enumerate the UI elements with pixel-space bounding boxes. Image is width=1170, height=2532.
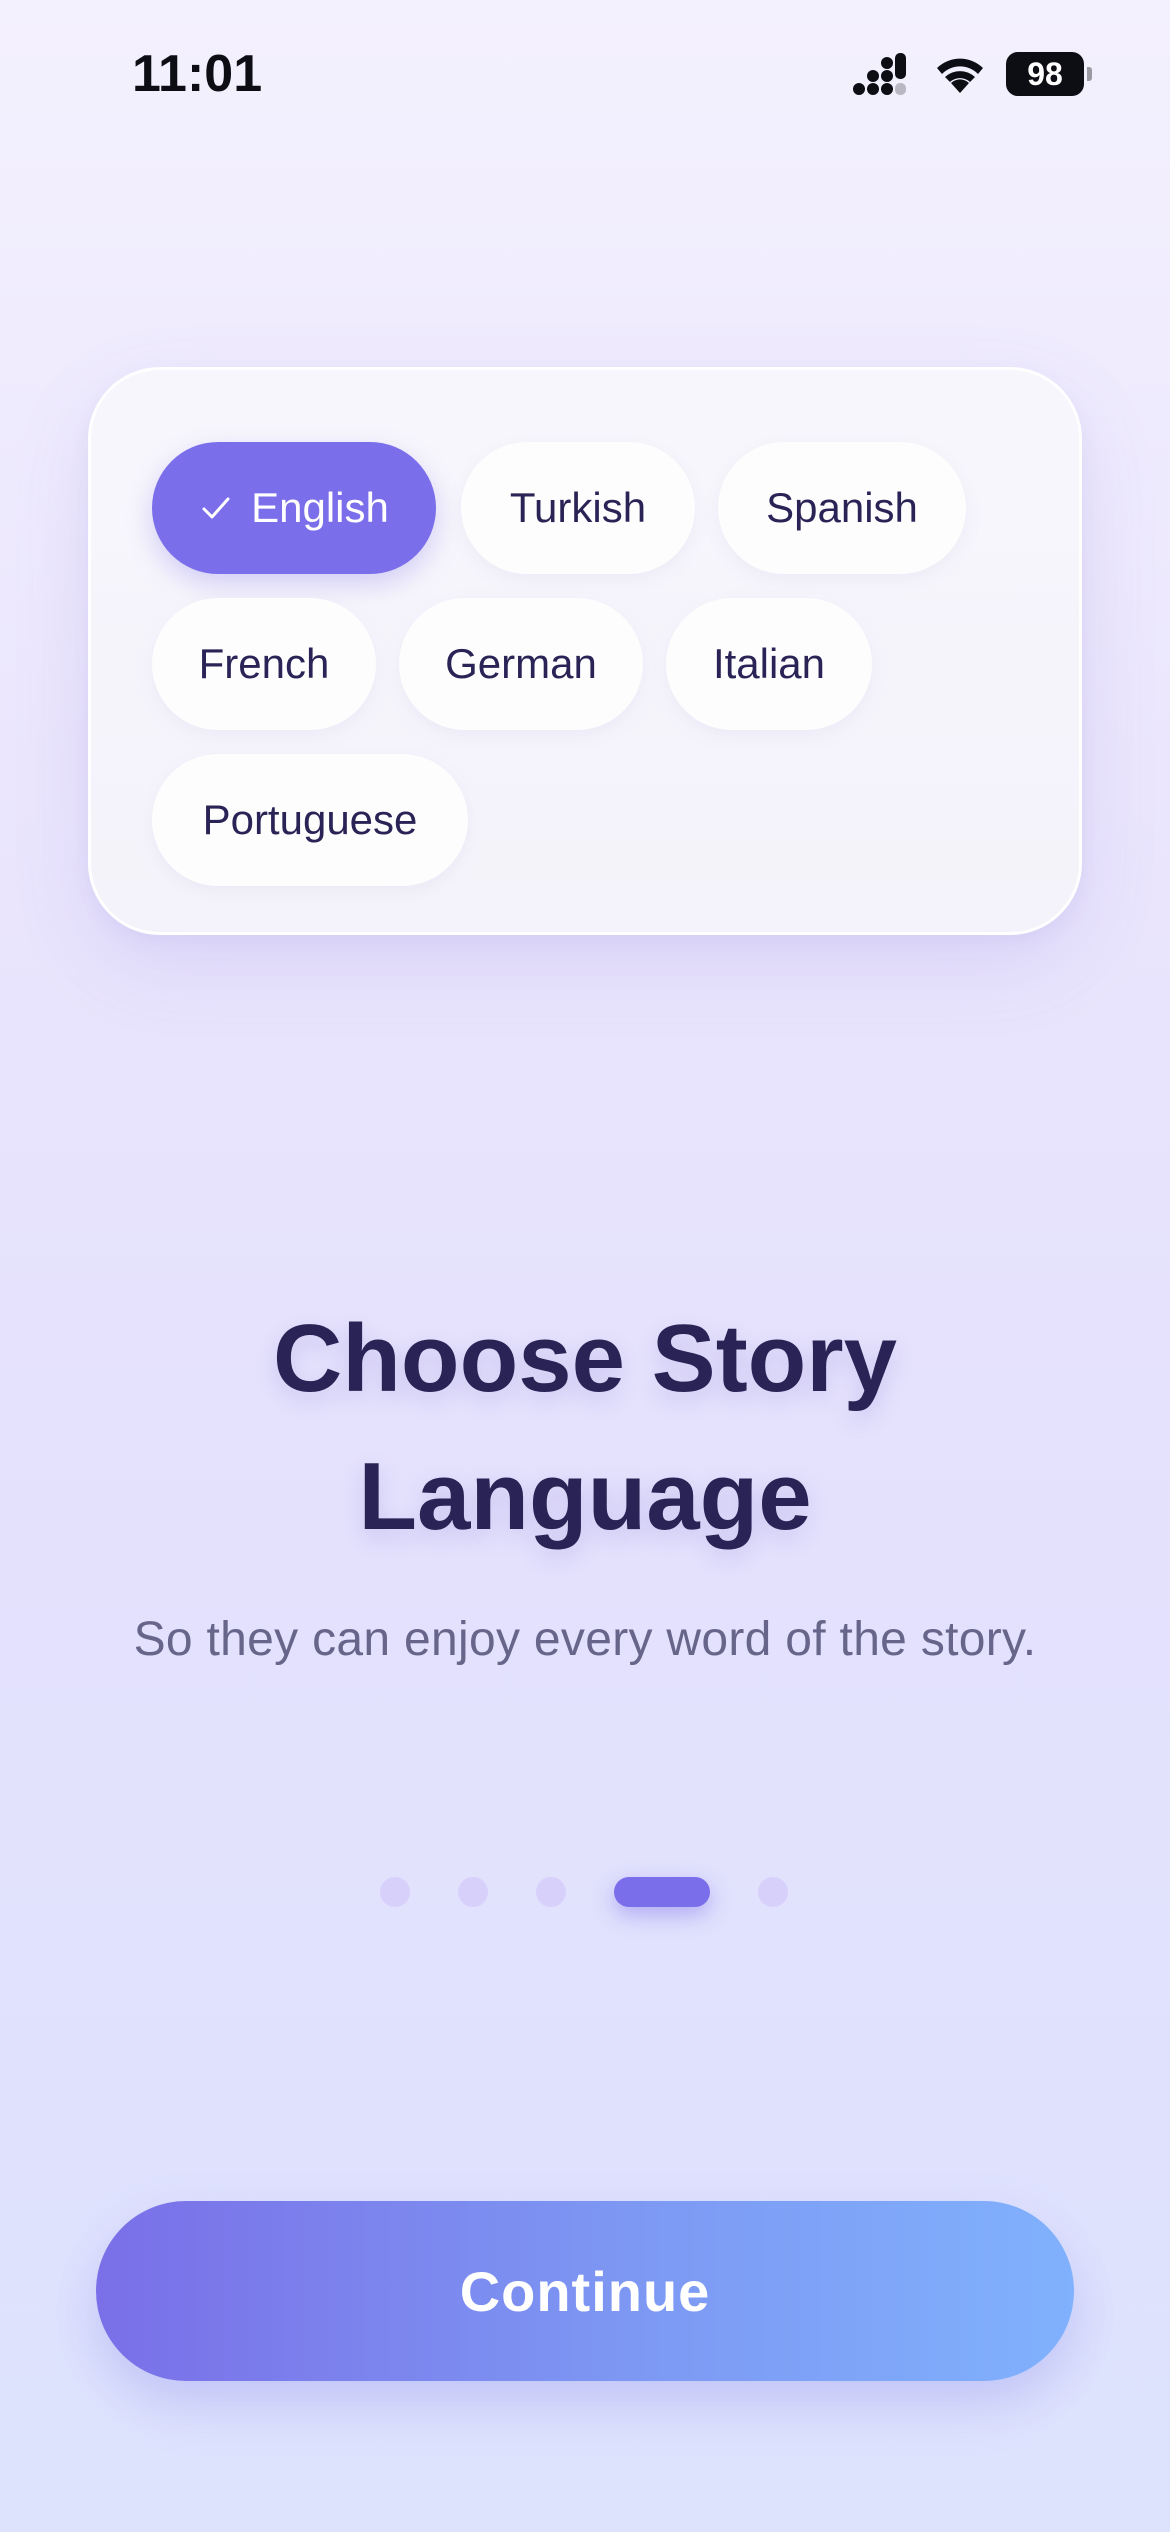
page-dot bbox=[758, 1877, 788, 1907]
page-title: Choose Story Language bbox=[0, 1290, 1170, 1566]
language-chip-french[interactable]: French bbox=[152, 598, 376, 730]
battery-level: 98 bbox=[1006, 52, 1084, 96]
language-picker-card: English Turkish Spanish French German It… bbox=[88, 367, 1082, 935]
language-chip-english[interactable]: English bbox=[152, 442, 436, 574]
language-chip-label: English bbox=[251, 484, 389, 531]
language-chip-turkish[interactable]: Turkish bbox=[461, 442, 695, 574]
wifi-icon bbox=[937, 58, 983, 93]
continue-button[interactable]: Continue bbox=[96, 2201, 1074, 2381]
status-icons: 98 bbox=[852, 52, 1092, 96]
page-dot bbox=[536, 1877, 566, 1907]
language-chip-portuguese[interactable]: Portuguese bbox=[152, 754, 468, 886]
battery-icon: 98 bbox=[1006, 52, 1092, 96]
page-dot-active bbox=[614, 1877, 710, 1907]
language-chip-italian[interactable]: Italian bbox=[666, 598, 872, 730]
status-bar: 11:01 98 bbox=[0, 0, 1170, 150]
signal-icon bbox=[853, 53, 906, 95]
page-title-line-1: Choose Story bbox=[272, 1305, 898, 1412]
language-chip-spanish[interactable]: Spanish bbox=[718, 442, 966, 574]
status-time: 11:01 bbox=[132, 45, 263, 103]
page-indicator bbox=[0, 1877, 1170, 1907]
check-icon bbox=[202, 497, 230, 519]
page-dot bbox=[458, 1877, 488, 1907]
language-chip-label: German bbox=[445, 640, 597, 687]
page-subtitle: So they can enjoy every word of the stor… bbox=[133, 1613, 1037, 1666]
language-chip-label: Turkish bbox=[509, 484, 647, 531]
language-chip-label: Spanish bbox=[766, 484, 918, 531]
language-chip-label: Portuguese bbox=[202, 796, 418, 843]
battery-cap bbox=[1087, 67, 1092, 81]
page-title-line-2: Language bbox=[358, 1443, 812, 1550]
language-chip-german[interactable]: German bbox=[399, 598, 643, 730]
page-dot bbox=[380, 1877, 410, 1907]
language-chip-label: Italian bbox=[712, 640, 826, 687]
language-chip-label: French bbox=[198, 640, 330, 687]
